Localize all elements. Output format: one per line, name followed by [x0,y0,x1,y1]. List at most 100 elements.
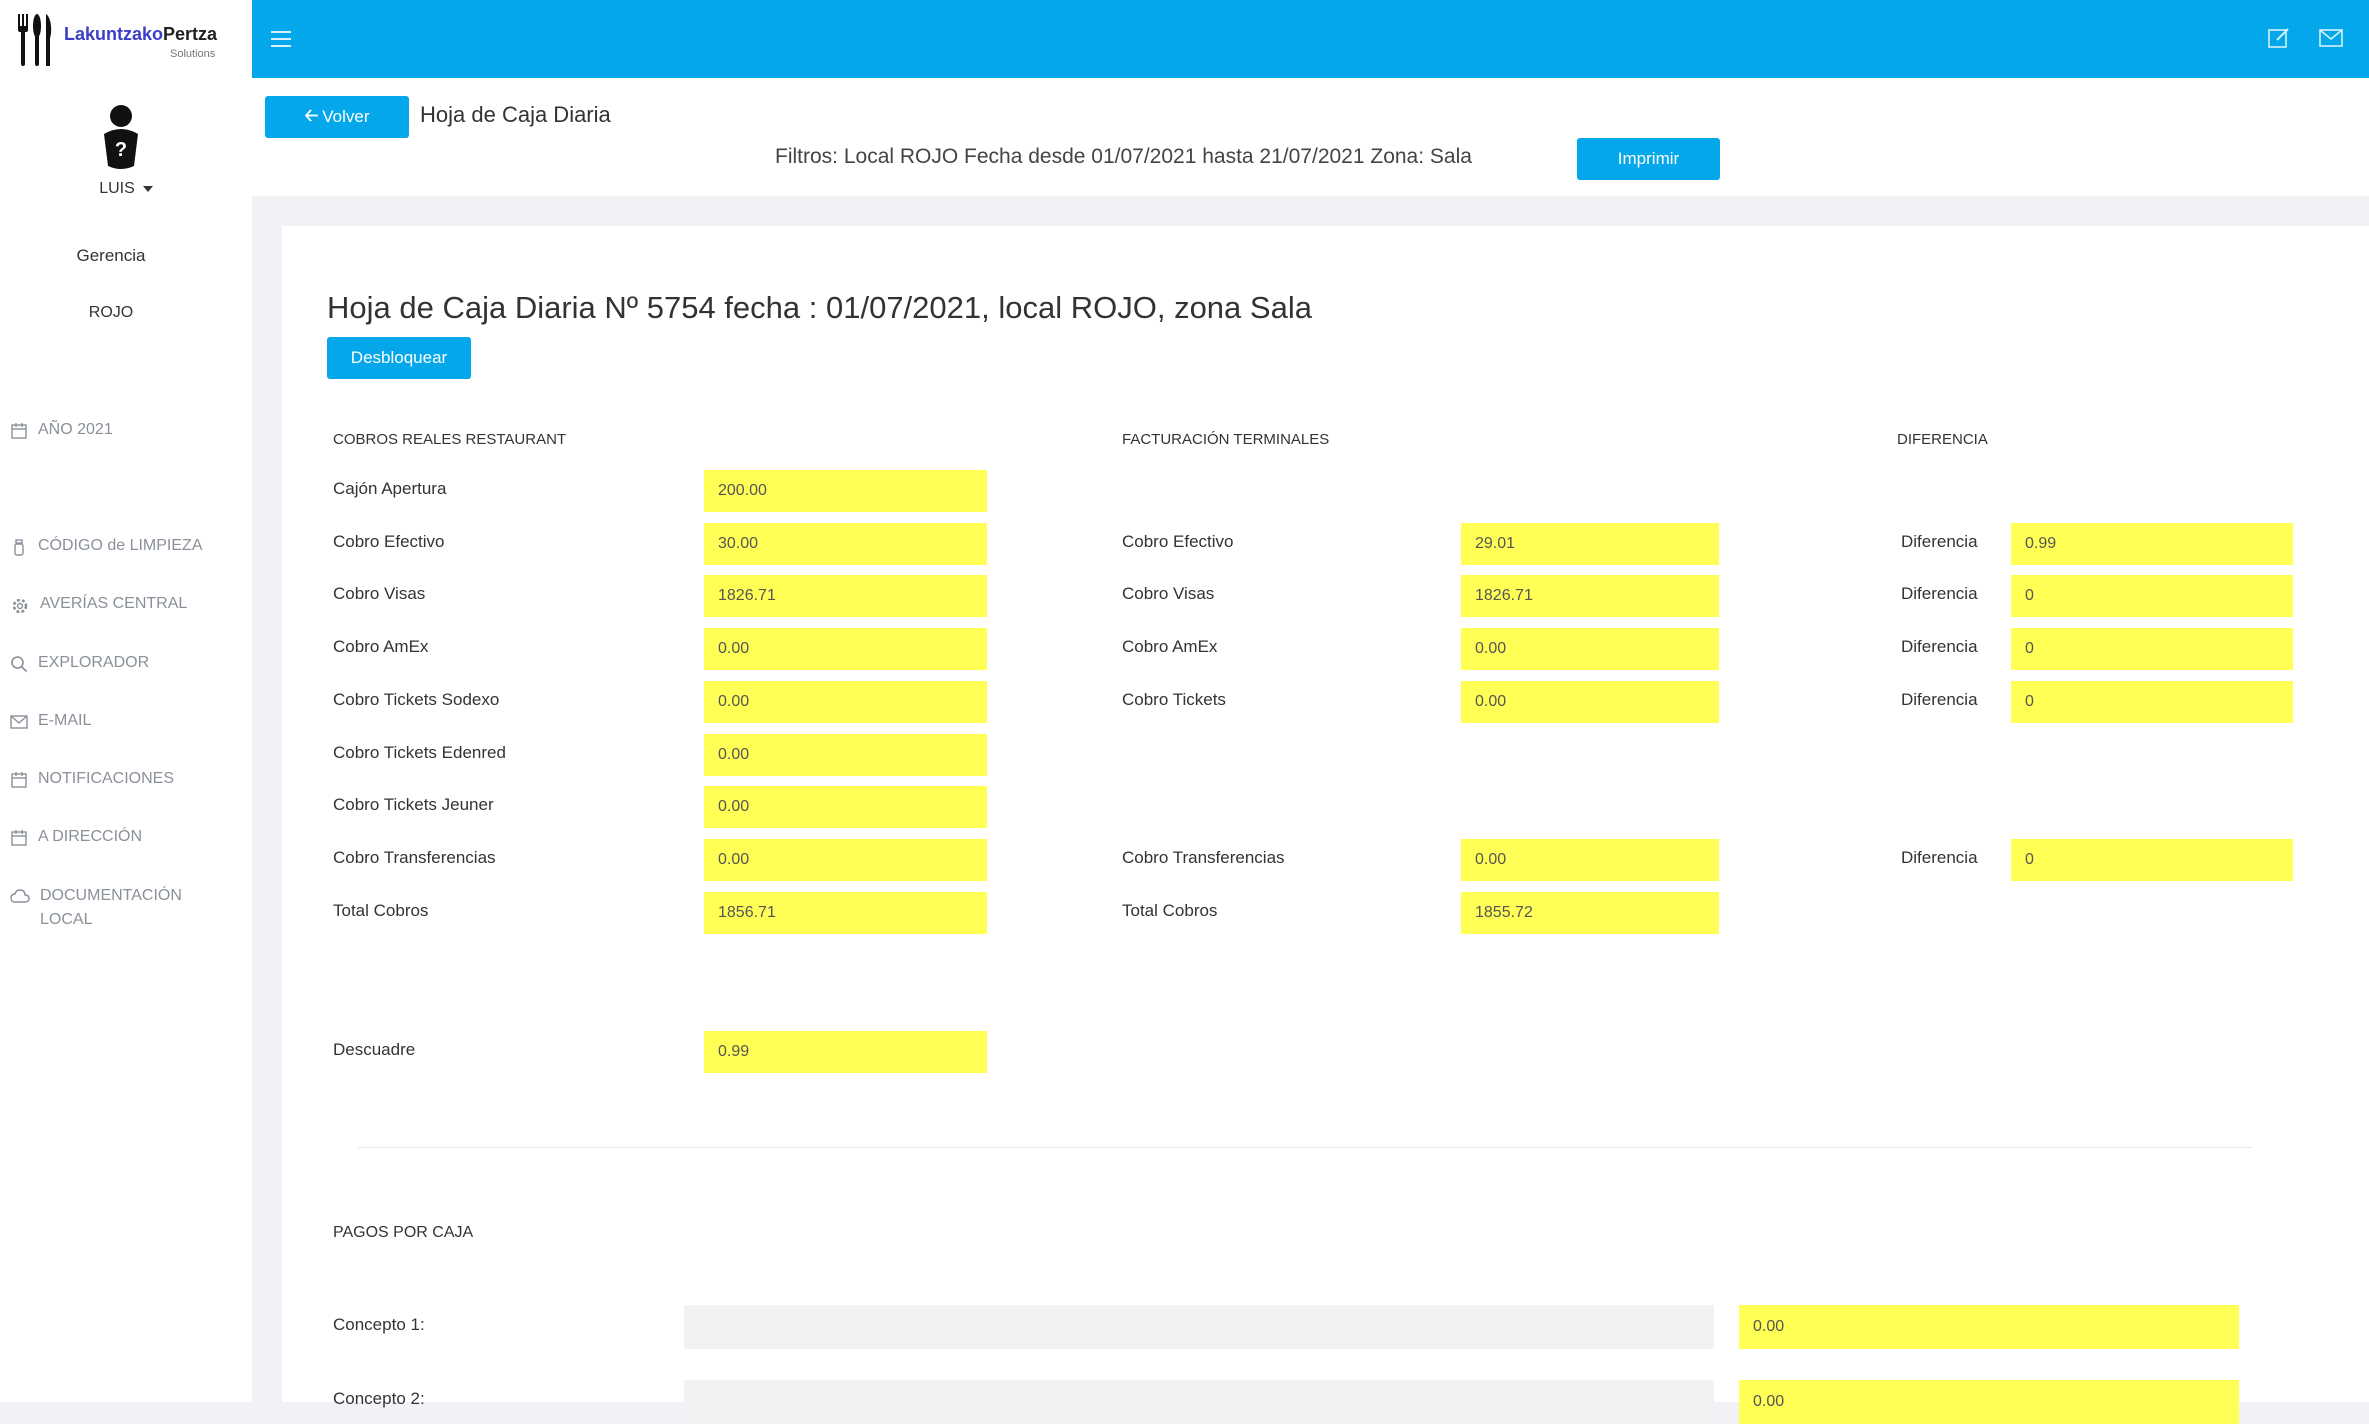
sidebar-item-label: NOTIFICACIONES [38,770,175,787]
cobros-value-field[interactable]: 0.00 [704,628,987,670]
sidebar: LakuntzakoPertza Solutions ? LUIS Gerenc… [0,0,252,1402]
concepto-input[interactable] [684,1305,1714,1349]
sidebar-item-label: AÑO 2021 [38,421,113,438]
section-diferencia-title: DIFERENCIA [1897,431,1988,448]
sidebar-local[interactable]: ROJO [0,304,222,322]
sidebar-item-codigo-limpieza[interactable]: CÓDIGO de LIMPIEZA [10,534,240,558]
diferencia-value-field[interactable]: 0 [2011,839,2293,881]
cobros-label: Cobro Tickets Edenred [333,743,506,762]
diferencia-value-field[interactable]: 0 [2011,575,2293,617]
back-button[interactable]: 🡠 Volver [265,96,409,138]
cobros-label: Cajón Apertura [333,479,447,498]
diferencia-value-field[interactable]: 0.99 [2011,523,2293,565]
sidebar-role[interactable]: Gerencia [0,246,222,266]
cobros-value-field[interactable]: 1826.71 [704,575,987,617]
brand-subtitle: Solutions [170,48,216,60]
cobros-label: Cobro Tickets Jeuner [333,795,494,814]
user-menu[interactable]: LUIS [0,180,252,198]
sidebar-item-label: EXPLORADOR [38,654,150,671]
cobros-value-field[interactable]: 0.00 [704,681,987,723]
filters-text: Filtros: Local ROJO Fecha desde 01/07/20… [775,145,1472,168]
facturacion-value-field[interactable]: 1855.72 [1461,892,1719,934]
diferencia-value-field[interactable]: 0 [2011,628,2293,670]
facturacion-value-field[interactable]: 29.01 [1461,523,1719,565]
cobros-value-field[interactable]: 200.00 [704,470,987,512]
sidebar-item-notificaciones[interactable]: NOTIFICACIONES [10,767,240,791]
cobros-value-field[interactable]: 1856.71 [704,892,987,934]
bottle-icon [14,539,24,556]
cobros-value-field[interactable]: 0.00 [704,786,987,828]
concepto-amount-field[interactable]: 0.00 [1739,1305,2239,1349]
facturacion-label: Cobro Efectivo [1122,532,1234,551]
logo[interactable]: LakuntzakoPertza Solutions [14,10,244,70]
concepto-label: Concepto 2: [333,1389,425,1408]
concepto-input[interactable] [684,1380,1714,1424]
diferencia-label: Diferencia [1901,637,1978,656]
sidebar-item-label: E-MAIL [38,712,92,729]
sidebar-item-averias-central[interactable]: AVERÍAS CENTRAL [10,592,240,616]
facturacion-label: Cobro AmEx [1122,637,1218,656]
unlock-button[interactable]: Desbloquear [327,337,471,379]
top-bar [252,0,2369,78]
facturacion-value-field[interactable]: 0.00 [1461,839,1719,881]
sidebar-item-documentacion-local[interactable]: DOCUMENTACIÓN LOCAL [10,884,200,932]
edit-icon[interactable] [2267,26,2291,50]
calendar-icon [11,830,27,846]
diferencia-label: Diferencia [1901,532,1978,551]
cobros-value-field[interactable]: 30.00 [704,523,987,565]
mail-icon [10,715,28,729]
diferencia-label: Diferencia [1901,584,1978,603]
arrow-left-icon: 🡠 [304,105,319,125]
facturacion-label: Cobro Tickets [1122,690,1226,709]
sidebar-item-label: A DIRECCIÓN [38,828,143,845]
cobros-label: Cobro Tickets Sodexo [333,690,500,709]
cobros-value-field[interactable]: 0.00 [704,734,987,776]
sidebar-item-explorador[interactable]: EXPLORADOR [10,651,240,675]
sidebar-item-label: CÓDIGO de LIMPIEZA [38,537,203,554]
print-button[interactable]: Imprimir [1577,138,1720,180]
cobros-label: Cobro Visas [333,584,426,603]
menu-icon[interactable] [270,28,292,50]
facturacion-value-field[interactable]: 0.00 [1461,628,1719,670]
calendar-icon [11,772,27,788]
sheet-title: Hoja de Caja Diaria Nº 5754 fecha : 01/0… [327,290,1312,325]
facturacion-label: Total Cobros [1122,901,1218,920]
diferencia-label: Diferencia [1901,690,1978,709]
concepto-amount-field[interactable]: 0.00 [1739,1380,2239,1424]
cutlery-icon [18,14,52,66]
cobros-label: Cobro Transferencias [333,848,496,867]
cobros-label: Cobro Efectivo [333,532,445,551]
pagos-section-title: PAGOS POR CAJA [333,1224,474,1241]
descuadre-label: Descuadre [333,1040,416,1059]
section-cobros-title: COBROS REALES RESTAURANT [333,431,567,448]
facturacion-label: Cobro Transferencias [1122,848,1285,867]
brand-name: LakuntzakoPertza [64,24,218,44]
mail-icon[interactable] [2319,26,2343,50]
user-avatar-icon[interactable]: ? [98,104,144,170]
sidebar-item-email[interactable]: E-MAIL [10,709,240,733]
section-facturacion-title: FACTURACIÓN TERMINALES [1122,431,1330,448]
cobros-value-field[interactable]: 0.00 [704,839,987,881]
facturacion-value-field[interactable]: 1826.71 [1461,575,1719,617]
cobros-label: Total Cobros [333,901,429,920]
sidebar-item-a-direccion[interactable]: A DIRECCIÓN [10,825,240,849]
calendar-icon [11,423,27,439]
cobros-label: Cobro AmEx [333,637,429,656]
svg-text:?: ? [115,139,127,161]
facturacion-label: Cobro Visas [1122,584,1215,603]
diferencia-value-field[interactable]: 0 [2011,681,2293,723]
chevron-down-icon [142,185,153,192]
sidebar-item-ano-2021[interactable]: AÑO 2021 [10,418,240,442]
concepto-label: Concepto 1: [333,1315,425,1334]
search-icon [11,656,28,673]
page-title: Hoja de Caja Diaria [420,102,611,127]
descuadre-value-field[interactable]: 0.99 [704,1031,987,1073]
page-header: 🡠 Volver Hoja de Caja Diaria Filtros: Lo… [252,78,2369,196]
sidebar-item-label: AVERÍAS CENTRAL [40,595,188,612]
cloud-icon [10,889,30,903]
facturacion-value-field[interactable]: 0.00 [1461,681,1719,723]
diferencia-label: Diferencia [1901,848,1978,867]
gear-icon [12,598,28,614]
sidebar-item-label: DOCUMENTACIÓN LOCAL [40,887,182,928]
user-name: LUIS [99,180,135,197]
